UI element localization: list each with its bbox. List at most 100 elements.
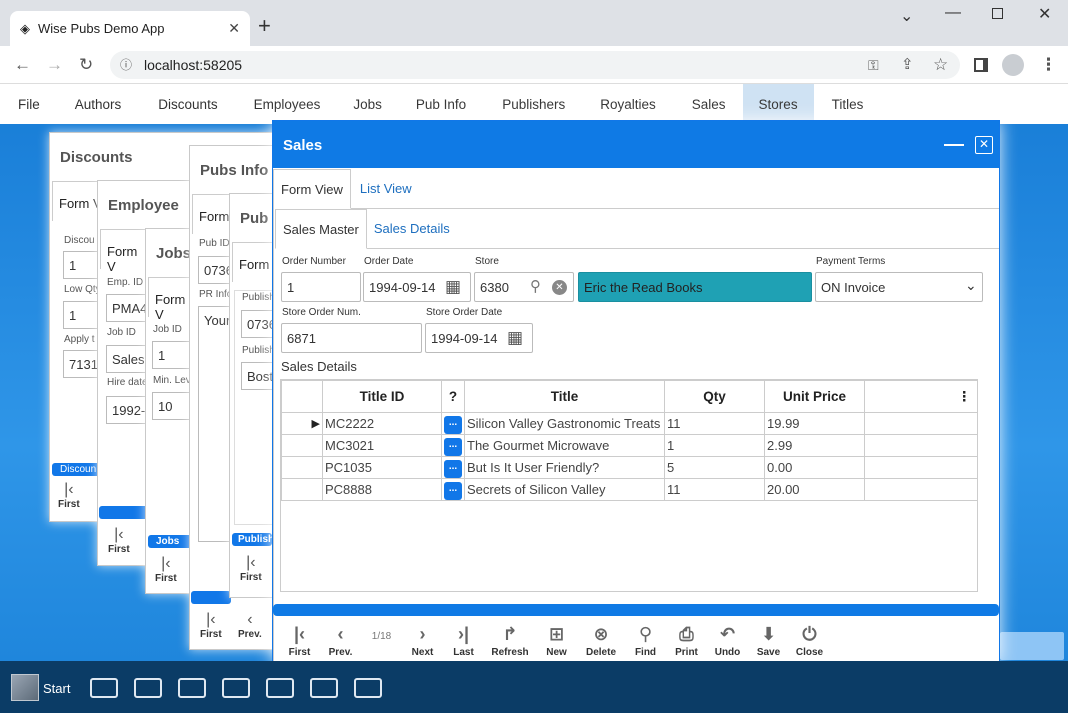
taskbar-window-icon[interactable] xyxy=(310,678,338,698)
tab-list-view[interactable]: List View xyxy=(351,169,421,208)
start-button[interactable]: Start xyxy=(43,681,70,696)
calendar-icon[interactable]: ▦ xyxy=(507,328,523,348)
forward-icon[interactable]: → xyxy=(46,55,63,75)
menu-sales[interactable]: Sales xyxy=(674,84,743,124)
browser-tab[interactable]: ◈ Wise Pubs Demo App ✕ xyxy=(10,11,250,46)
first-button[interactable]: |‹ First xyxy=(200,611,222,640)
row-selector[interactable] xyxy=(281,434,323,457)
lookup-cell[interactable]: ... xyxy=(441,434,465,457)
menu-royalties[interactable]: Royalties xyxy=(582,84,674,124)
side-panel-icon[interactable] xyxy=(974,58,988,72)
clear-icon[interactable]: ✕ xyxy=(552,280,567,295)
lookup-button[interactable]: ... xyxy=(444,482,462,500)
minimize-icon[interactable] xyxy=(944,144,964,146)
title-id-cell[interactable]: MC2222 xyxy=(322,412,442,435)
qty-cell[interactable]: 5 xyxy=(664,456,765,479)
col-unit-price[interactable]: Unit Price xyxy=(764,380,865,413)
sales-window[interactable]: Sales ✕ Form View List View Sales Master… xyxy=(272,120,1000,664)
row-selector[interactable] xyxy=(281,478,323,501)
menu-file[interactable]: File xyxy=(0,84,52,124)
menu-publishers[interactable]: Publishers xyxy=(482,84,582,124)
order-number-field[interactable]: 1 xyxy=(281,272,361,302)
qty-cell[interactable]: 11 xyxy=(664,412,765,435)
taskbar-window-icon[interactable] xyxy=(178,678,206,698)
tab-form-view[interactable]: Form View xyxy=(273,169,351,209)
back-icon[interactable]: ← xyxy=(14,55,31,75)
window-close-icon[interactable]: ✕ xyxy=(1038,4,1051,24)
title-cell[interactable]: Secrets of Silicon Valley xyxy=(464,478,665,501)
key-icon[interactable]: ⚿ xyxy=(868,57,879,74)
first-button[interactable]: |‹ First xyxy=(240,554,262,583)
search-icon[interactable]: ⚲ xyxy=(530,277,541,295)
table-row[interactable]: PC8888 ... Secrets of Silicon Valley 11 … xyxy=(281,478,978,501)
print-button[interactable]: ⎙ Print xyxy=(666,614,707,662)
table-row[interactable]: ▶ MC2222 ... Silicon Valley Gastronomic … xyxy=(281,412,978,435)
lookup-button[interactable]: ... xyxy=(444,438,462,456)
lookup-button[interactable]: ... xyxy=(444,416,462,434)
new-tab-icon[interactable]: + xyxy=(258,15,271,37)
star-icon[interactable]: ☆ xyxy=(933,55,948,75)
store-order-num-field[interactable]: 6871 xyxy=(281,323,422,353)
first-button[interactable]: |‹ First xyxy=(58,481,80,510)
unit-price-cell[interactable]: 20.00 xyxy=(764,478,865,501)
calendar-icon[interactable]: ▦ xyxy=(445,277,461,297)
chevron-down-icon[interactable]: ⌄ xyxy=(965,277,977,294)
lookup-cell[interactable]: ... xyxy=(441,412,465,435)
tab-sales-master[interactable]: Sales Master xyxy=(275,209,367,249)
prev-button[interactable]: ‹ Prev. xyxy=(320,614,361,662)
info-icon[interactable]: ⓘ xyxy=(120,51,132,79)
first-button[interactable]: |‹ First xyxy=(155,555,177,584)
minimize-icon[interactable]: — xyxy=(945,4,961,22)
next-button[interactable]: › Next xyxy=(402,614,443,662)
table-row[interactable]: PC1035 ... But Is It User Friendly? 5 0.… xyxy=(281,456,978,479)
col-lookup[interactable]: ? xyxy=(441,380,465,413)
share-icon[interactable]: ⇪ xyxy=(901,55,914,73)
delete-button[interactable]: ⊗ Delete xyxy=(577,614,625,662)
first-button[interactable]: |‹ First xyxy=(108,526,130,555)
title-cell[interactable]: But Is It User Friendly? xyxy=(464,456,665,479)
prev-button[interactable]: ‹ Prev. xyxy=(238,611,262,640)
title-cell[interactable]: Silicon Valley Gastronomic Treats xyxy=(464,412,665,435)
close-button[interactable]: ⏻ Close xyxy=(789,614,830,662)
start-logo-icon[interactable] xyxy=(11,674,39,701)
title-id-cell[interactable]: PC1035 xyxy=(322,456,442,479)
lookup-cell[interactable]: ... xyxy=(441,478,465,501)
row-selector[interactable] xyxy=(281,456,323,479)
lookup-cell[interactable]: ... xyxy=(441,456,465,479)
menu-titles[interactable]: Titles xyxy=(814,84,878,124)
close-tab-icon[interactable]: ✕ xyxy=(228,20,240,37)
table-row[interactable]: MC3021 ... The Gourmet Microwave 1 2.99 xyxy=(281,434,978,457)
chevron-down-icon[interactable]: ⌄ xyxy=(900,6,913,26)
menu-employees[interactable]: Employees xyxy=(232,84,338,124)
find-button[interactable]: ⚲ Find xyxy=(625,614,666,662)
menu-pub-info[interactable]: Pub Info xyxy=(400,84,482,124)
menu-jobs[interactable]: Jobs xyxy=(337,84,400,124)
col-title-id[interactable]: Title ID xyxy=(322,380,442,413)
tab-form-view[interactable]: Form V xyxy=(100,229,150,274)
reload-icon[interactable]: ↻ xyxy=(79,55,93,75)
taskbar-window-icon[interactable] xyxy=(266,678,294,698)
col-title[interactable]: Title xyxy=(464,380,665,413)
maximize-icon[interactable] xyxy=(992,8,1003,19)
taskbar-window-icon[interactable] xyxy=(90,678,118,698)
new-button[interactable]: ⊞ New xyxy=(536,614,577,662)
last-button[interactable]: ›| Last xyxy=(443,614,484,662)
column-menu-icon[interactable]: ⋮ xyxy=(864,380,978,413)
more-menu-icon[interactable]: ⋮ xyxy=(1040,55,1057,75)
unit-price-cell[interactable]: 2.99 xyxy=(764,434,865,457)
refresh-button[interactable]: ↱ Refresh xyxy=(484,614,536,662)
menu-discounts[interactable]: Discounts xyxy=(144,84,231,124)
tab-form-view[interactable]: Form xyxy=(232,242,277,282)
title-id-cell[interactable]: MC3021 xyxy=(322,434,442,457)
tab-sales-details[interactable]: Sales Details xyxy=(367,209,457,248)
qty-cell[interactable]: 11 xyxy=(664,478,765,501)
title-cell[interactable]: The Gourmet Microwave xyxy=(464,434,665,457)
taskbar-window-icon[interactable] xyxy=(354,678,382,698)
taskbar-window-icon[interactable] xyxy=(134,678,162,698)
undo-button[interactable]: ↶ Undo xyxy=(707,614,748,662)
menu-stores[interactable]: Stores xyxy=(742,84,814,124)
col-qty[interactable]: Qty xyxy=(664,380,765,413)
qty-cell[interactable]: 1 xyxy=(664,434,765,457)
lookup-button[interactable]: ... xyxy=(444,460,462,478)
url-input[interactable]: ⓘ localhost:58205 xyxy=(110,51,960,79)
